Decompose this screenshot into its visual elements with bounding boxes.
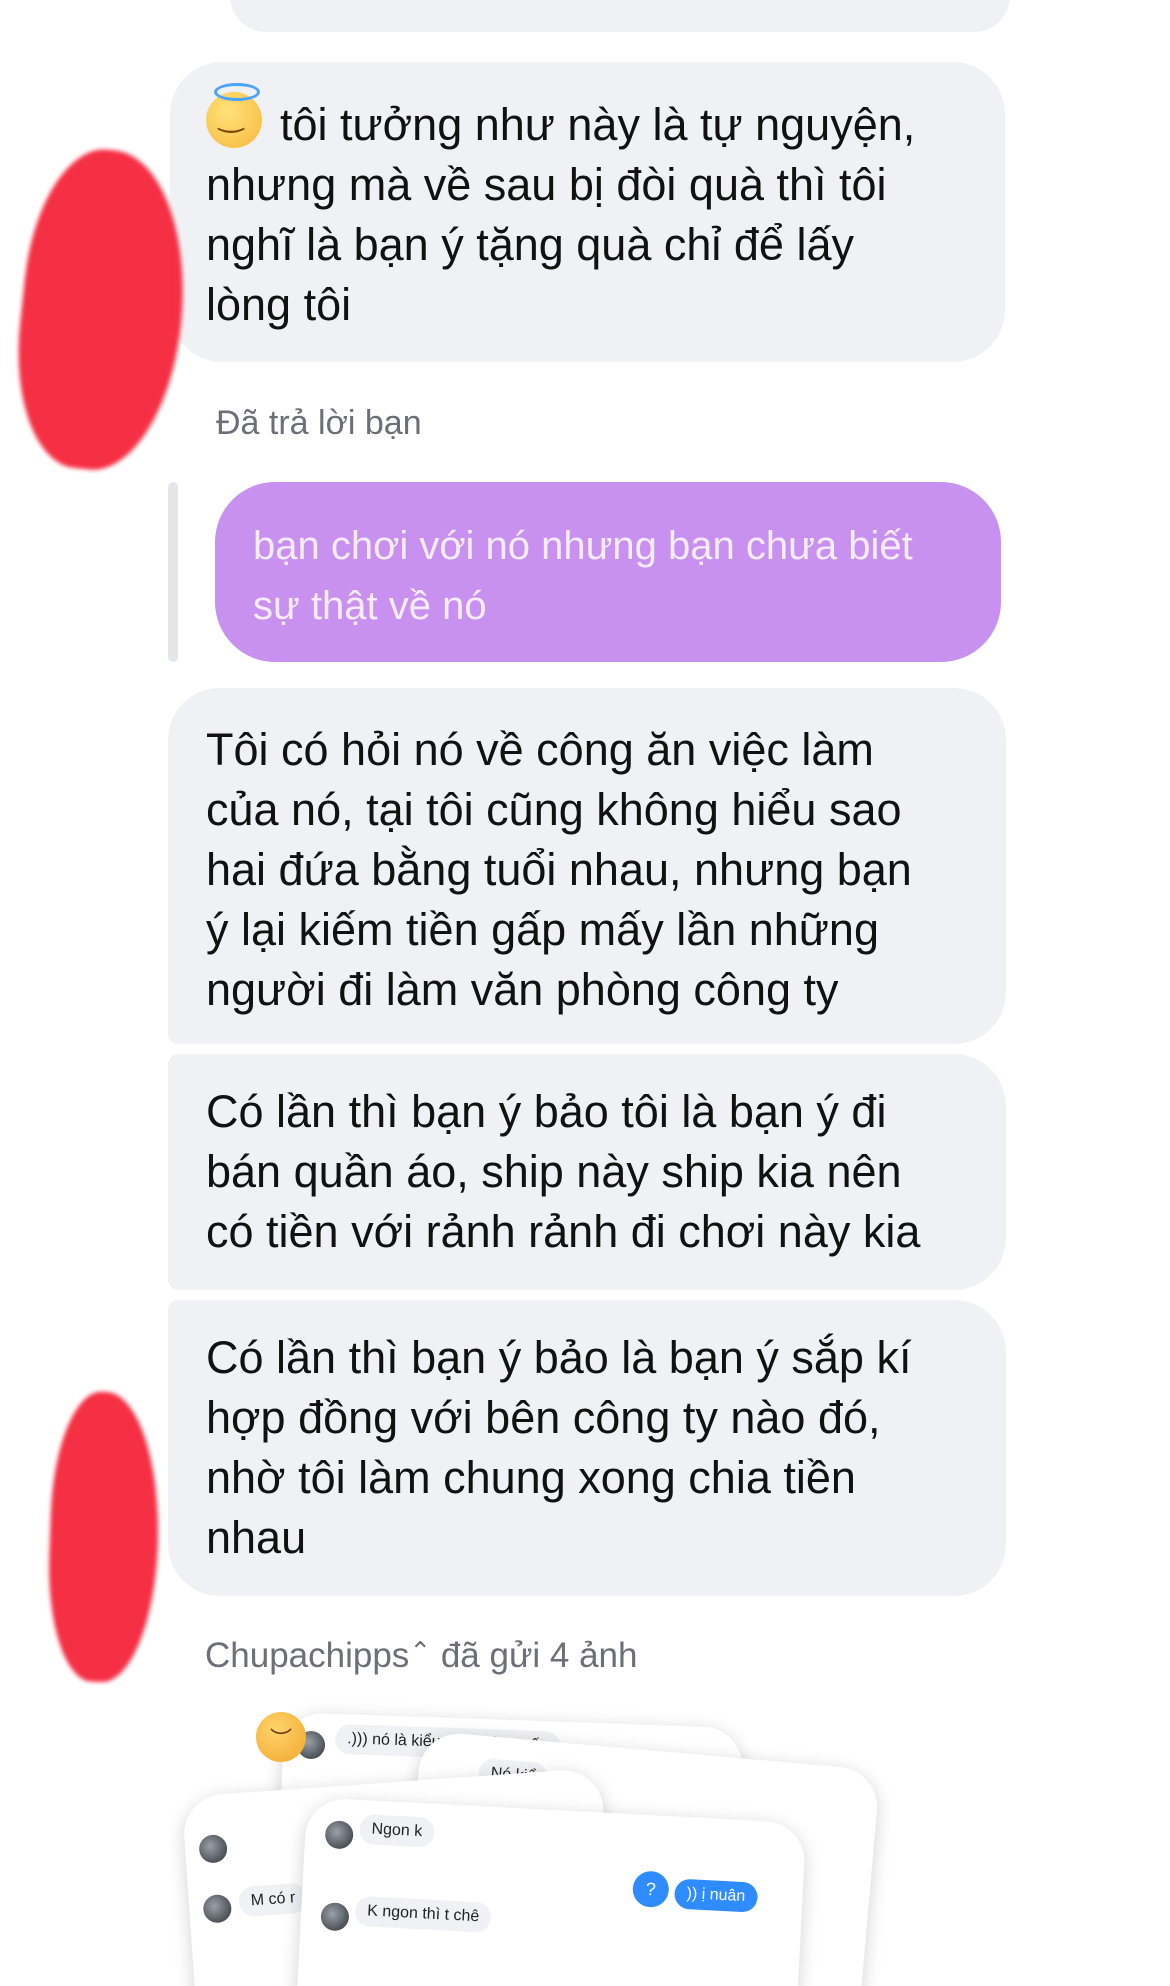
message-line: lòng tôi [206, 279, 352, 330]
message-line: nhau [206, 1512, 307, 1563]
sender-name: Chupachipps [205, 1636, 410, 1675]
message-line: tôi tưởng như này là tự nguyện, [280, 99, 916, 150]
message-line: có tiền với rảnh rảnh đi chơi này kia [206, 1206, 921, 1257]
avatar [320, 1901, 350, 1932]
message-line: người đi làm văn phòng công ty [206, 964, 839, 1015]
message-line: hợp đồng với bên công ty nào đó, [206, 1392, 881, 1443]
disappointed-face-icon: ︶ [256, 1712, 306, 1762]
chat-chip: M có r [237, 1882, 309, 1918]
message-line: nhờ tôi làm chung xong chia tiền [206, 1452, 856, 1503]
photo-stack[interactable]: .))) nó là kiểu xoay vòng vốn ))))) Nó k… [170, 1700, 890, 1986]
message-line: của nó, tại tôi cũng không hiểu sao [206, 784, 902, 835]
incoming-message-1[interactable]: tôi tưởng như này là tự nguyện, nhưng mà… [170, 62, 1005, 362]
incoming-message-3[interactable]: Có lần thì bạn ý bảo tôi là bạn ý đi bán… [168, 1054, 1006, 1290]
message-line: hai đứa bằng tuổi nhau, nhưng bạn [206, 844, 912, 895]
question-bubble-icon: ? [631, 1870, 670, 1909]
chat-chip: K ngon thì t chê [354, 1895, 492, 1933]
message-line: nghĩ là bạn ý tặng quà chỉ để lấy [206, 219, 854, 270]
message-line: bạn chơi với nó nhưng bạn chưa biết [253, 524, 913, 568]
sparkle-icon: ⌃ [409, 1636, 432, 1666]
sent-photos-text: đã gửi 4 ảnh [440, 1636, 638, 1675]
message-line: nhưng mà về sau bị đòi quà thì tôi [206, 159, 887, 210]
smiling-face-with-halo-icon [206, 83, 262, 148]
message-line: sự thật về nó [253, 584, 487, 628]
message-line: Có lần thì bạn ý bảo tôi là bạn ý đi [206, 1086, 887, 1137]
replied-message-bubble[interactable]: bạn chơi với nó nhưng bạn chưa biết sự t… [215, 482, 1001, 662]
message-line: Tôi có hỏi nó về công ăn việc làm [206, 724, 874, 775]
sent-photos-label: Chupachipps⌃ đã gửi 4 ảnh [205, 1636, 637, 1676]
reply-indicator-bar [168, 482, 178, 662]
avatar [202, 1893, 233, 1924]
message-line: ý lại kiếm tiền gấp mấy lần những [206, 904, 879, 955]
avatar [198, 1833, 229, 1864]
previous-message-bubble-edge [230, 0, 1010, 32]
redacted-avatar-scribble [44, 1390, 164, 1684]
incoming-message-4[interactable]: Có lần thì bạn ý bảo là bạn ý sắp kí hợp… [168, 1300, 1006, 1596]
chat-chip: Ngon k [358, 1813, 435, 1848]
reply-label: Đã trả lời bạn [216, 404, 422, 442]
incoming-message-2[interactable]: Tôi có hỏi nó về công ăn việc làm của nó… [168, 688, 1006, 1044]
avatar [324, 1820, 354, 1850]
message-line: Có lần thì bạn ý bảo là bạn ý sắp kí [206, 1332, 912, 1383]
message-line: bán quần áo, ship này ship kia nên [206, 1146, 902, 1197]
photo-card[interactable]: Ngon k K ngon thì t chê ? )) ị nuân [293, 1797, 807, 1986]
chat-chip-blue: )) ị nuân [673, 1878, 758, 1913]
